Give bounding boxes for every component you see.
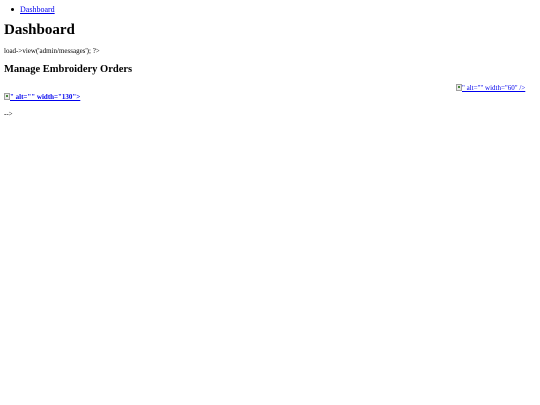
page: Dashboard Dashboard load->view('admin/me…: [0, 0, 540, 405]
broken-image-icon: [456, 84, 462, 91]
breadcrumb: Dashboard: [11, 5, 55, 14]
raw-comment-text: -->: [4, 110, 13, 118]
broken-image-icon: [4, 93, 10, 100]
breadcrumb-item: Dashboard: [11, 5, 55, 14]
page-title: Dashboard: [4, 22, 75, 38]
image-link-left-text: " alt="" width="130">: [10, 93, 81, 101]
image-link-right-text: " alt="" width="60" />: [462, 84, 526, 92]
image-link-left[interactable]: " alt="" width="130">: [4, 93, 80, 102]
raw-php-text: load->view('admin/messages'); ?>: [4, 47, 100, 55]
section-title: Manage Embroidery Orders: [4, 64, 133, 75]
image-link-right[interactable]: " alt="" width="60" />: [456, 84, 525, 93]
breadcrumb-link-dashboard[interactable]: Dashboard: [20, 5, 55, 14]
